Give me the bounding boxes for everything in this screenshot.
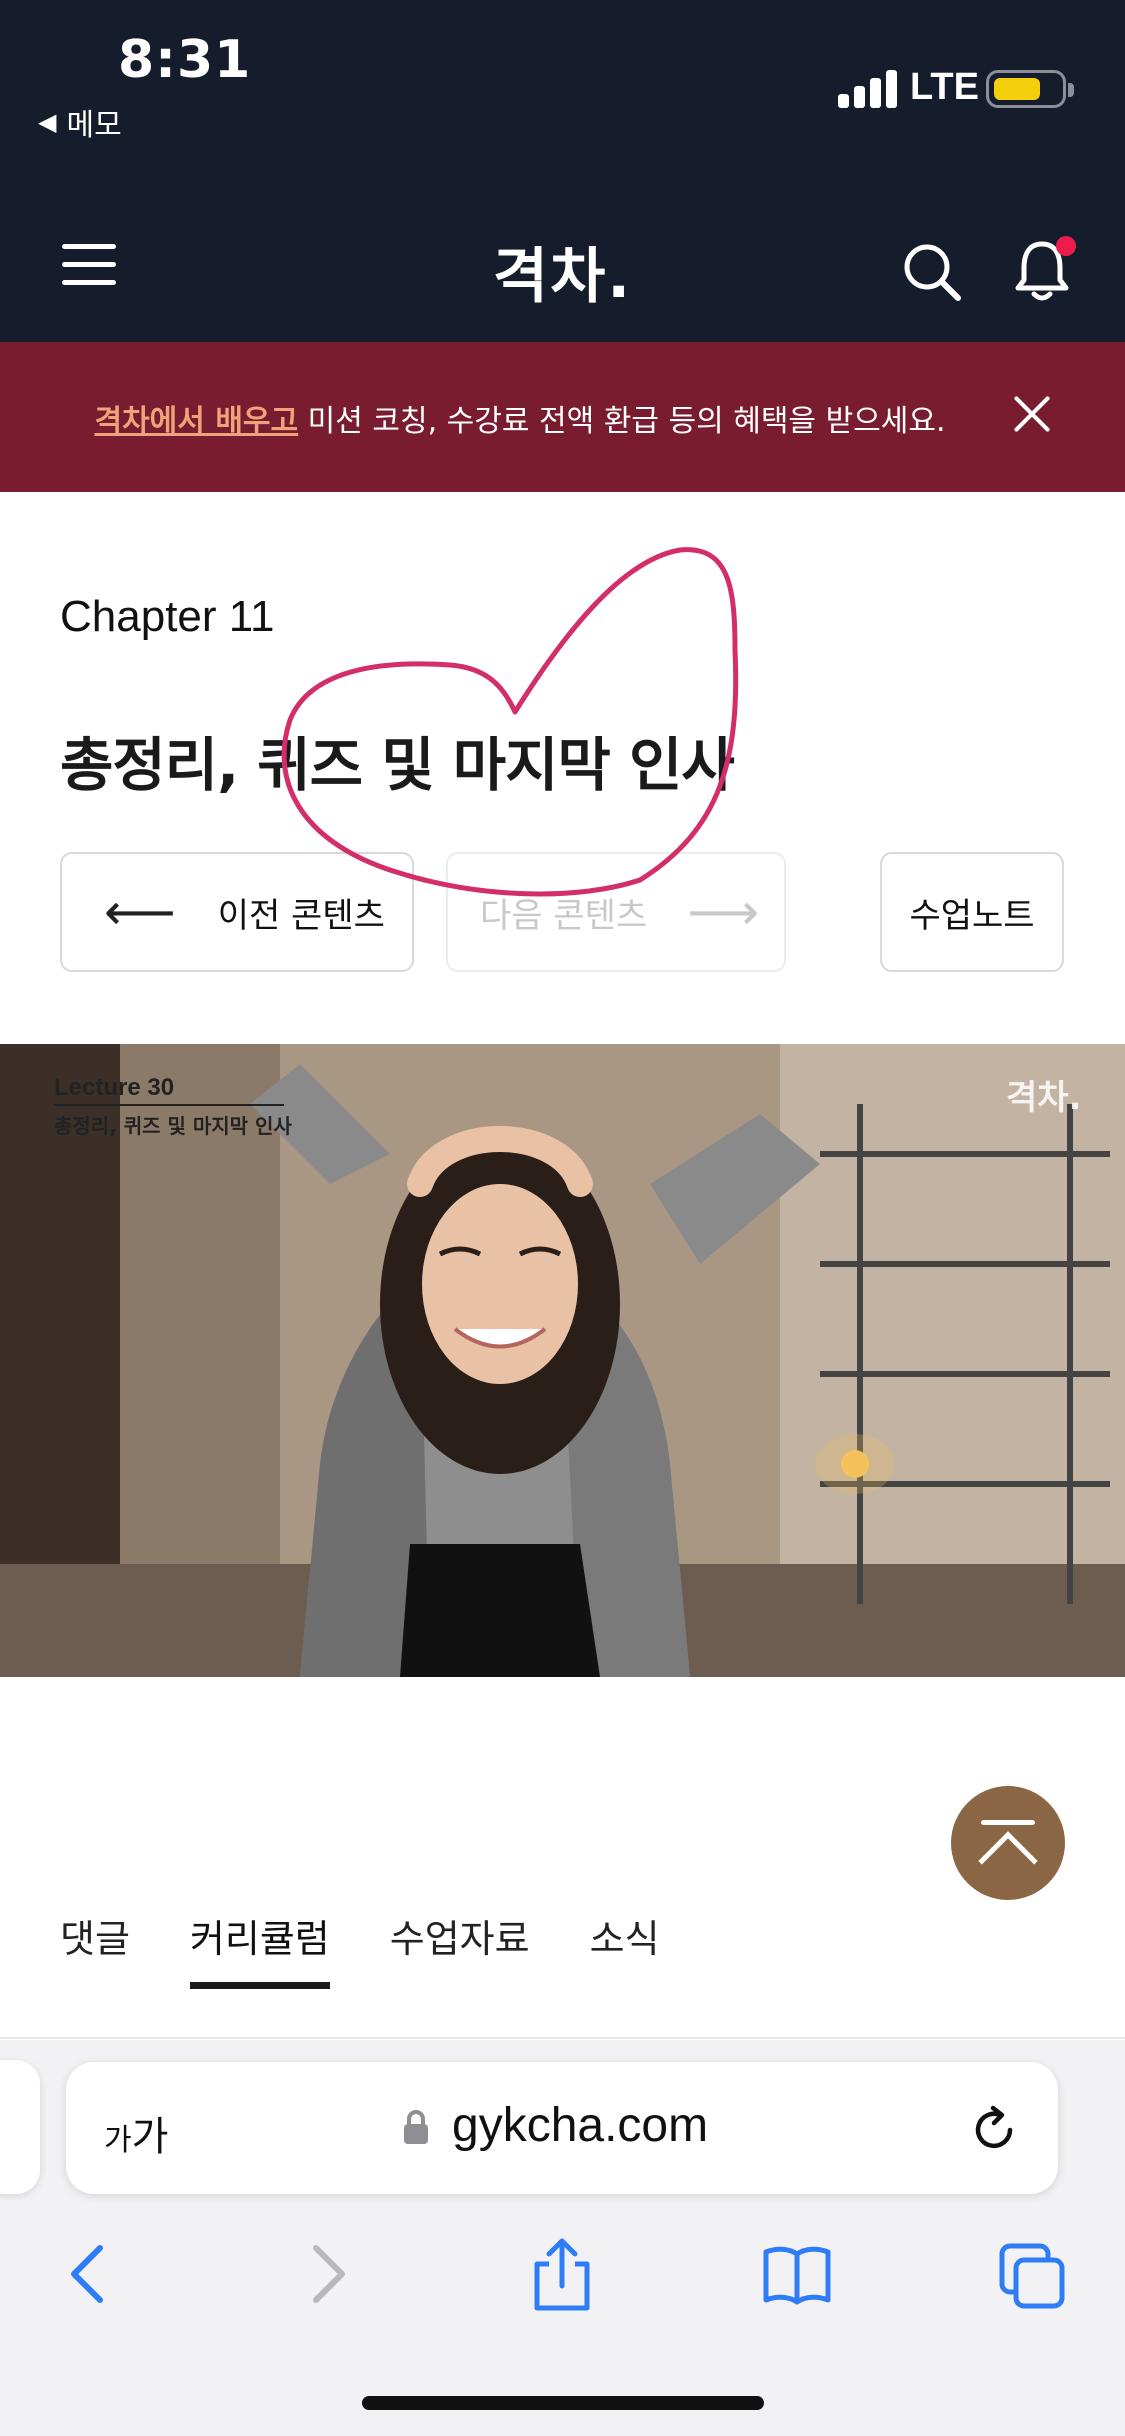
- back-app-label: 메모: [66, 108, 122, 143]
- network-type: LTE: [910, 66, 979, 108]
- battery-icon: [986, 70, 1074, 108]
- share-icon[interactable]: [527, 2236, 597, 2312]
- reload-icon[interactable]: [966, 2102, 1022, 2158]
- chapter-label: Chapter 11: [60, 592, 275, 641]
- previous-tab-card[interactable]: [0, 2060, 40, 2194]
- promo-banner: 격차에서 배우고 미션 코칭, 수강료 전액 환급 등의 혜택을 받으세요.: [0, 342, 1125, 492]
- previous-content-button[interactable]: ⟵ 이전 콘텐츠: [60, 852, 414, 972]
- next-content-label: 다음 콘텐츠: [480, 895, 648, 936]
- address-bar[interactable]: 가가 gykcha.com: [66, 2062, 1058, 2194]
- lesson-title: 총정리, 퀴즈 및 마지막 인사: [60, 731, 735, 799]
- class-notes-button[interactable]: 수업노트: [880, 852, 1064, 972]
- arrow-left-icon: ⟵: [104, 883, 176, 941]
- tabs-icon[interactable]: [998, 2236, 1068, 2312]
- arrow-right-icon: ⟶: [687, 883, 759, 941]
- tab-curriculum[interactable]: 커리큘럼: [189, 1908, 330, 1989]
- back-to-app-button[interactable]: ◀ 메모: [38, 100, 122, 144]
- tabs-divider: [0, 2037, 1125, 2039]
- tab-news[interactable]: 소식: [590, 1908, 660, 1989]
- page-settings-button[interactable]: 가가: [104, 2104, 168, 2162]
- previous-content-label: 이전 콘텐츠: [217, 895, 385, 936]
- video-lecture-subtitle: 총정리, 퀴즈 및 마지막 인사: [54, 1114, 292, 1138]
- tab-materials[interactable]: 수업자료: [390, 1908, 530, 1989]
- lock-icon: [404, 2110, 428, 2144]
- next-content-button[interactable]: 다음 콘텐츠 ⟶: [446, 852, 786, 972]
- lecture-video-player[interactable]: Lecture 30 총정리, 퀴즈 및 마지막 인사 격차.: [0, 1044, 1125, 1677]
- bookmarks-icon[interactable]: [762, 2236, 832, 2312]
- search-icon[interactable]: [900, 240, 964, 304]
- scroll-to-top-icon[interactable]: [951, 1786, 1065, 1900]
- url-text: gykcha.com: [452, 2099, 709, 2152]
- home-indicator[interactable]: [362, 2396, 764, 2410]
- cellular-signal-icon: [838, 68, 900, 108]
- bell-icon[interactable]: [1010, 234, 1076, 304]
- banner-text: 미션 코칭, 수강료 전액 환급 등의 혜택을 받으세요.: [298, 404, 946, 439]
- content-tabs: 댓글 커리큘럼 수업자료 소식: [60, 1908, 660, 1989]
- class-notes-label: 수업노트: [909, 895, 1035, 936]
- notification-badge: [1056, 236, 1076, 256]
- close-icon[interactable]: [1010, 392, 1054, 436]
- browser-toolbar: 가가 gykcha.com: [0, 2040, 1125, 2436]
- back-triangle-icon: ◀: [38, 108, 57, 136]
- banner-message: 격차에서 배우고 미션 코칭, 수강료 전액 환급 등의 혜택을 받으세요.: [0, 396, 1040, 440]
- back-chevron-icon[interactable]: [52, 2236, 122, 2312]
- video-watermark: 격차.: [1006, 1078, 1082, 1118]
- app-header: 격차.: [0, 200, 1125, 342]
- tab-comments[interactable]: 댓글: [60, 1908, 130, 1989]
- video-lecture-number: Lecture 30: [54, 1074, 284, 1106]
- status-time: 8:31: [118, 30, 252, 90]
- banner-link[interactable]: 격차에서 배우고: [94, 404, 298, 439]
- status-bar: 8:31 ◀ 메모 LTE: [0, 0, 1125, 200]
- forward-chevron-icon[interactable]: [294, 2236, 364, 2312]
